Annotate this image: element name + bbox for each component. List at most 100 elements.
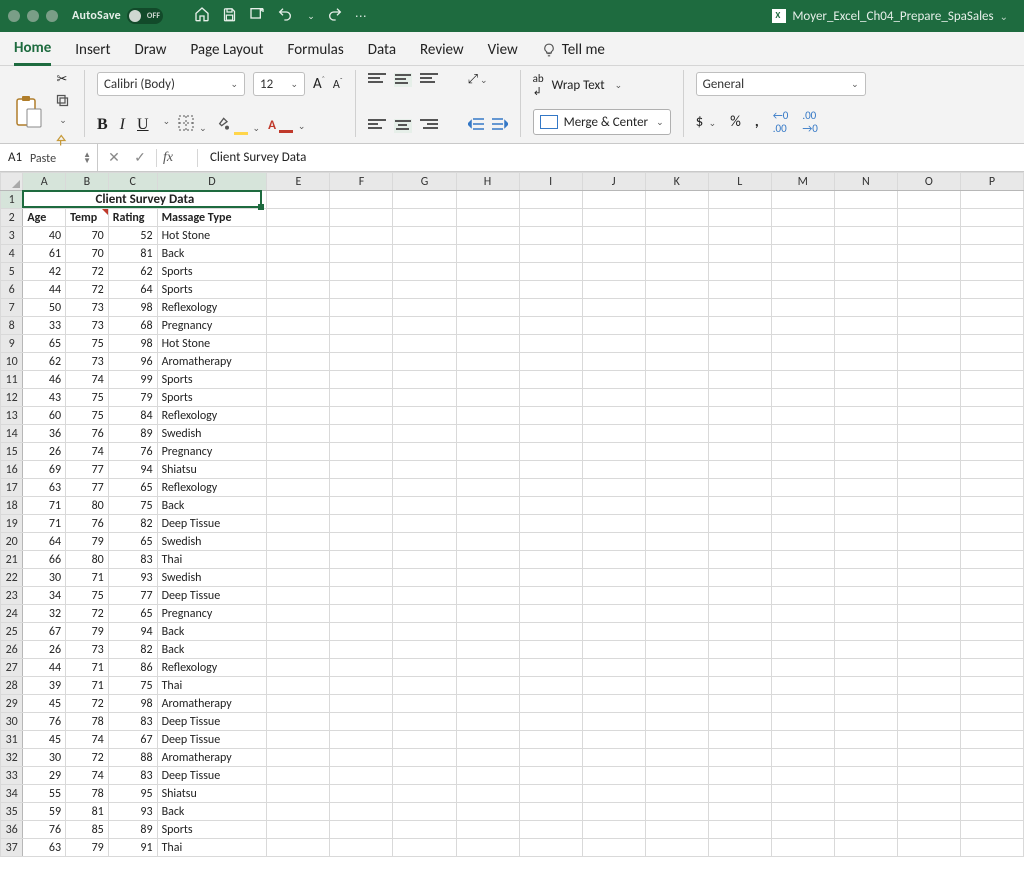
empty-cell[interactable] bbox=[771, 353, 834, 371]
data-cell[interactable]: 76 bbox=[66, 425, 109, 443]
empty-cell[interactable] bbox=[267, 623, 330, 641]
empty-cell[interactable] bbox=[645, 785, 708, 803]
empty-cell[interactable] bbox=[771, 749, 834, 767]
empty-cell[interactable] bbox=[897, 299, 960, 317]
empty-cell[interactable] bbox=[834, 281, 897, 299]
empty-cell[interactable] bbox=[645, 515, 708, 533]
empty-cell[interactable] bbox=[708, 335, 771, 353]
empty-cell[interactable] bbox=[708, 641, 771, 659]
row-header[interactable]: 34 bbox=[1, 785, 23, 803]
empty-cell[interactable] bbox=[645, 695, 708, 713]
tab-draw[interactable]: Draw bbox=[135, 41, 167, 65]
empty-cell[interactable] bbox=[834, 443, 897, 461]
data-cell[interactable]: 93 bbox=[108, 569, 157, 587]
empty-cell[interactable] bbox=[519, 767, 582, 785]
data-cell[interactable]: Deep Tissue bbox=[157, 713, 267, 731]
col-header[interactable]: N bbox=[834, 173, 897, 191]
empty-cell[interactable] bbox=[393, 497, 456, 515]
percent-format-icon[interactable]: % bbox=[730, 113, 741, 131]
font-name-select[interactable]: Calibri (Body) ⌄ bbox=[97, 72, 245, 96]
empty-cell[interactable] bbox=[456, 425, 519, 443]
tab-home[interactable]: Home bbox=[14, 39, 51, 66]
empty-cell[interactable] bbox=[834, 371, 897, 389]
empty-cell[interactable] bbox=[834, 659, 897, 677]
data-cell[interactable]: 65 bbox=[108, 533, 157, 551]
data-cell[interactable]: 59 bbox=[23, 803, 66, 821]
row-header[interactable]: 31 bbox=[1, 731, 23, 749]
empty-cell[interactable] bbox=[960, 227, 1023, 245]
empty-cell[interactable] bbox=[330, 569, 393, 587]
empty-cell[interactable] bbox=[771, 551, 834, 569]
data-cell[interactable]: 55 bbox=[23, 785, 66, 803]
row-header[interactable]: 5 bbox=[1, 263, 23, 281]
empty-cell[interactable] bbox=[330, 767, 393, 785]
empty-cell[interactable] bbox=[519, 209, 582, 227]
currency-format-icon[interactable]: $ ⌄ bbox=[696, 113, 717, 131]
empty-cell[interactable] bbox=[582, 389, 645, 407]
empty-cell[interactable] bbox=[393, 209, 456, 227]
row-header[interactable]: 16 bbox=[1, 461, 23, 479]
home-icon[interactable] bbox=[194, 6, 210, 26]
empty-cell[interactable] bbox=[519, 479, 582, 497]
empty-cell[interactable] bbox=[834, 605, 897, 623]
empty-cell[interactable] bbox=[519, 713, 582, 731]
empty-cell[interactable] bbox=[834, 425, 897, 443]
empty-cell[interactable] bbox=[645, 641, 708, 659]
row-header[interactable]: 26 bbox=[1, 641, 23, 659]
empty-cell[interactable] bbox=[393, 461, 456, 479]
empty-cell[interactable] bbox=[267, 641, 330, 659]
empty-cell[interactable] bbox=[834, 299, 897, 317]
empty-cell[interactable] bbox=[519, 371, 582, 389]
empty-cell[interactable] bbox=[330, 227, 393, 245]
data-cell[interactable]: Sports bbox=[157, 263, 267, 281]
row-header[interactable]: 10 bbox=[1, 353, 23, 371]
empty-cell[interactable] bbox=[708, 371, 771, 389]
tab-review[interactable]: Review bbox=[420, 41, 464, 65]
empty-cell[interactable] bbox=[267, 245, 330, 263]
row-header[interactable]: 21 bbox=[1, 551, 23, 569]
data-cell[interactable]: 75 bbox=[108, 497, 157, 515]
empty-cell[interactable] bbox=[582, 767, 645, 785]
empty-cell[interactable] bbox=[330, 443, 393, 461]
undo-dropdown[interactable]: ⌄ bbox=[307, 11, 315, 22]
empty-cell[interactable] bbox=[519, 749, 582, 767]
data-cell[interactable]: 98 bbox=[108, 299, 157, 317]
empty-cell[interactable] bbox=[267, 587, 330, 605]
empty-cell[interactable] bbox=[771, 227, 834, 245]
empty-cell[interactable] bbox=[267, 785, 330, 803]
data-cell[interactable]: 44 bbox=[23, 281, 66, 299]
empty-cell[interactable] bbox=[834, 641, 897, 659]
empty-cell[interactable] bbox=[960, 695, 1023, 713]
empty-cell[interactable] bbox=[456, 731, 519, 749]
empty-cell[interactable] bbox=[267, 335, 330, 353]
row-header[interactable]: 19 bbox=[1, 515, 23, 533]
fx-icon[interactable]: fx bbox=[163, 150, 191, 166]
col-header[interactable]: M bbox=[771, 173, 834, 191]
empty-cell[interactable] bbox=[897, 263, 960, 281]
empty-cell[interactable] bbox=[834, 767, 897, 785]
empty-cell[interactable] bbox=[645, 227, 708, 245]
empty-cell[interactable] bbox=[897, 209, 960, 227]
empty-cell[interactable] bbox=[708, 785, 771, 803]
empty-cell[interactable] bbox=[645, 497, 708, 515]
empty-cell[interactable] bbox=[330, 407, 393, 425]
empty-cell[interactable] bbox=[897, 785, 960, 803]
empty-cell[interactable] bbox=[897, 407, 960, 425]
name-box[interactable]: A1 ▲▼ bbox=[0, 144, 98, 171]
empty-cell[interactable] bbox=[708, 461, 771, 479]
data-cell[interactable]: 60 bbox=[23, 407, 66, 425]
empty-cell[interactable] bbox=[267, 317, 330, 335]
data-cell[interactable]: Hot Stone bbox=[157, 335, 267, 353]
empty-cell[interactable] bbox=[897, 551, 960, 569]
empty-cell[interactable] bbox=[393, 371, 456, 389]
orientation-icon[interactable]: ⤢⌄ bbox=[468, 72, 488, 87]
empty-cell[interactable] bbox=[330, 821, 393, 839]
empty-cell[interactable] bbox=[771, 695, 834, 713]
empty-cell[interactable] bbox=[708, 245, 771, 263]
empty-cell[interactable] bbox=[456, 677, 519, 695]
data-cell[interactable]: 76 bbox=[66, 515, 109, 533]
empty-cell[interactable] bbox=[960, 641, 1023, 659]
empty-cell[interactable] bbox=[519, 263, 582, 281]
row-header[interactable]: 24 bbox=[1, 605, 23, 623]
row-header[interactable]: 22 bbox=[1, 569, 23, 587]
